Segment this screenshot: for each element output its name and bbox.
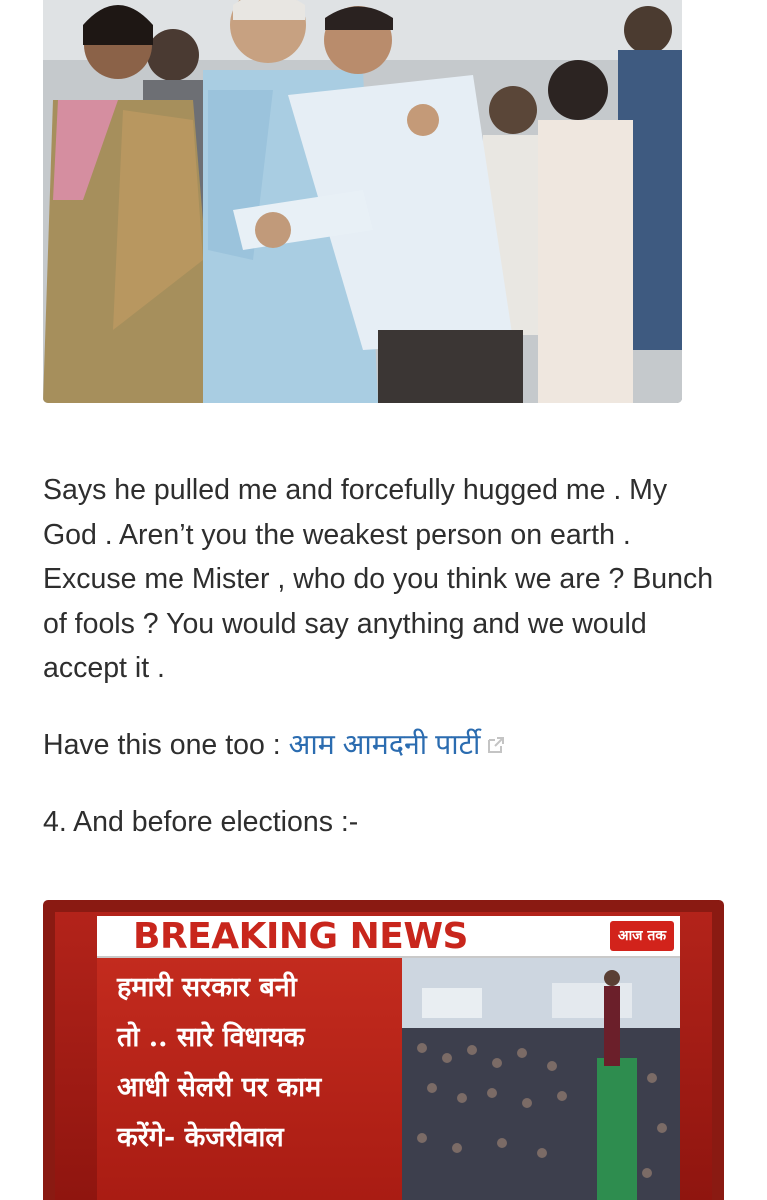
headline-line: हमारी सरकार बनी bbox=[117, 972, 297, 1003]
breaking-news-banner: BREAKING NEWS आज तक bbox=[97, 916, 680, 958]
crowd-illustration bbox=[402, 958, 680, 1200]
breaking-news-title: BREAKING NEWS bbox=[133, 916, 468, 957]
external-link-aam-aamdani-party[interactable]: आम आमदनी पार्टी bbox=[289, 729, 481, 761]
breaking-news-image[interactable]: BREAKING NEWS आज तक हमारी सरकार बनी तो .… bbox=[43, 900, 724, 1200]
post-paragraph-numbered: 4. And before elections :- bbox=[43, 806, 359, 838]
crowd-photo bbox=[402, 958, 680, 1200]
external-link-icon[interactable] bbox=[486, 724, 506, 769]
breaking-news-textbox: हमारी सरकार बनी तो .. सारे विधायक आधी से… bbox=[97, 958, 402, 1200]
aajtak-logo: आज तक bbox=[610, 921, 674, 951]
post-paragraph: Says he pulled me and forcefully hugged … bbox=[43, 474, 714, 684]
headline-line: आधी सेलरी पर काम bbox=[117, 1072, 322, 1103]
hug-photo[interactable] bbox=[43, 0, 682, 403]
headline-line: तो .. सारे विधायक bbox=[117, 1022, 305, 1053]
hug-photo-illustration bbox=[43, 0, 682, 403]
post-paragraph-link-line: Have this one too : आम आमदनी पार्टी bbox=[43, 723, 723, 769]
paragraph-prefix: Have this one too : bbox=[43, 729, 289, 761]
headline-line: करेंगे- केजरीवाल bbox=[117, 1122, 284, 1153]
